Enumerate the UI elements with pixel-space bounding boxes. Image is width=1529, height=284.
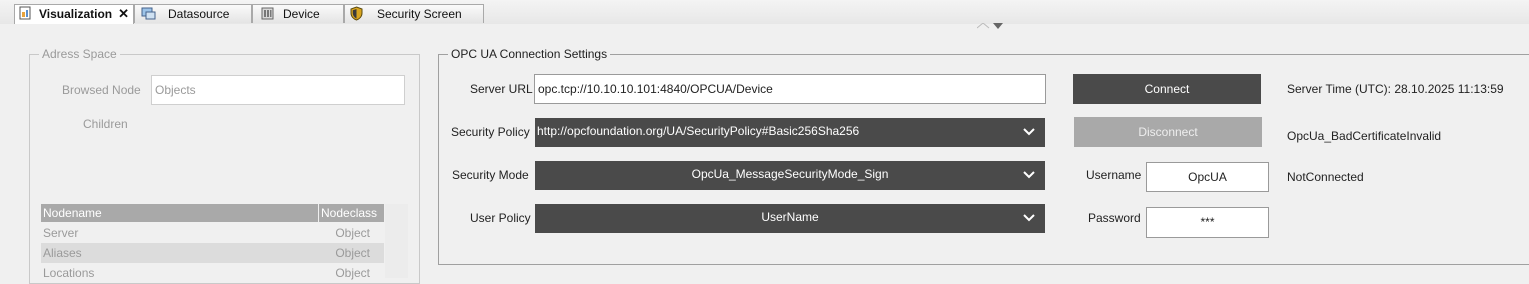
password-input[interactable]: *** <box>1146 207 1269 238</box>
visualization-icon <box>19 6 31 20</box>
nodeclass-cell: Object <box>335 266 370 280</box>
tab-datasource-label: Datasource <box>168 7 230 21</box>
username-label: Username <box>1086 168 1142 182</box>
nodename-cell: Server <box>43 226 79 240</box>
device-icon <box>261 7 274 20</box>
column-header-nodeclass[interactable]: Nodeclass <box>319 204 384 222</box>
browsed-node-label: Browsed Node <box>62 83 141 97</box>
disconnect-button[interactable]: Disconnect <box>1074 117 1262 147</box>
security-mode-label: Security Mode <box>452 168 529 182</box>
nodename-cell: Aliases <box>43 246 82 260</box>
nodeclass-cell: Object <box>335 246 370 260</box>
tab-device[interactable]: Device <box>252 4 344 23</box>
children-label: Children <box>83 117 128 131</box>
user-policy-dropdown[interactable]: UserName <box>535 204 1045 233</box>
panel-splitter[interactable] <box>0 23 1529 30</box>
tab-visualization-label: Visualization <box>39 7 113 21</box>
tab-security-screen-label: Security Screen <box>377 7 462 21</box>
user-policy-label: User Policy <box>470 211 531 225</box>
address-space-legend: Adress Space <box>39 47 120 61</box>
security-mode-value: OpcUa_MessageSecurityMode_Sign <box>691 167 889 181</box>
datasource-icon <box>141 7 156 20</box>
server-url-label: Server URL <box>470 82 533 96</box>
security-policy-value: http://opcfoundation.org/UA/SecurityPoli… <box>537 124 860 138</box>
security-policy-dropdown[interactable]: http://opcfoundation.org/UA/SecurityPoli… <box>535 118 1045 147</box>
chevron-down-icon <box>1023 214 1035 222</box>
tab-datasource[interactable]: Datasource <box>134 4 252 23</box>
grid-vertical-scrollbar[interactable] <box>385 204 408 278</box>
server-url-input[interactable]: opc.tcp://10.10.10.101:4840/OPCUA/Device <box>534 74 1046 104</box>
security-mode-dropdown[interactable]: OpcUa_MessageSecurityMode_Sign <box>535 161 1045 190</box>
status-error-text: OpcUa_BadCertificateInvalid <box>1287 129 1442 143</box>
children-grid: Nodename Nodeclass Server Object Aliases… <box>41 204 408 280</box>
tab-visualization[interactable]: Visualization ✕ <box>14 4 134 24</box>
opcua-connection-legend: OPC UA Connection Settings <box>448 47 611 61</box>
password-label: Password <box>1088 211 1141 225</box>
security-shield-icon <box>350 6 363 21</box>
table-row[interactable]: Server Object <box>41 223 384 243</box>
splitter-chevron-icon <box>977 23 1003 29</box>
tab-security-screen[interactable]: Security Screen <box>344 4 484 23</box>
close-icon[interactable]: ✕ <box>118 6 129 22</box>
nodeclass-cell: Object <box>335 226 370 240</box>
connection-status-text: NotConnected <box>1287 170 1364 184</box>
column-header-nodename[interactable]: Nodename <box>41 204 318 222</box>
security-policy-label: Security Policy <box>451 125 530 139</box>
username-input[interactable]: OpcUA <box>1146 162 1269 192</box>
tab-device-label: Device <box>283 7 320 21</box>
server-time-text: Server Time (UTC): 28.10.2025 11:13:59 <box>1287 82 1504 96</box>
chevron-down-icon <box>1023 128 1035 136</box>
table-row[interactable]: Aliases Object <box>41 243 384 263</box>
browsed-node-field[interactable]: Objects <box>151 75 405 105</box>
table-row[interactable]: Locations Object <box>41 263 384 283</box>
user-policy-value: UserName <box>761 210 819 224</box>
document-tab-strip: Visualization ✕ Datasource Device Securi… <box>0 0 1529 25</box>
nodename-cell: Locations <box>43 266 95 280</box>
chevron-down-icon <box>1023 171 1035 179</box>
connect-button[interactable]: Connect <box>1073 74 1261 104</box>
